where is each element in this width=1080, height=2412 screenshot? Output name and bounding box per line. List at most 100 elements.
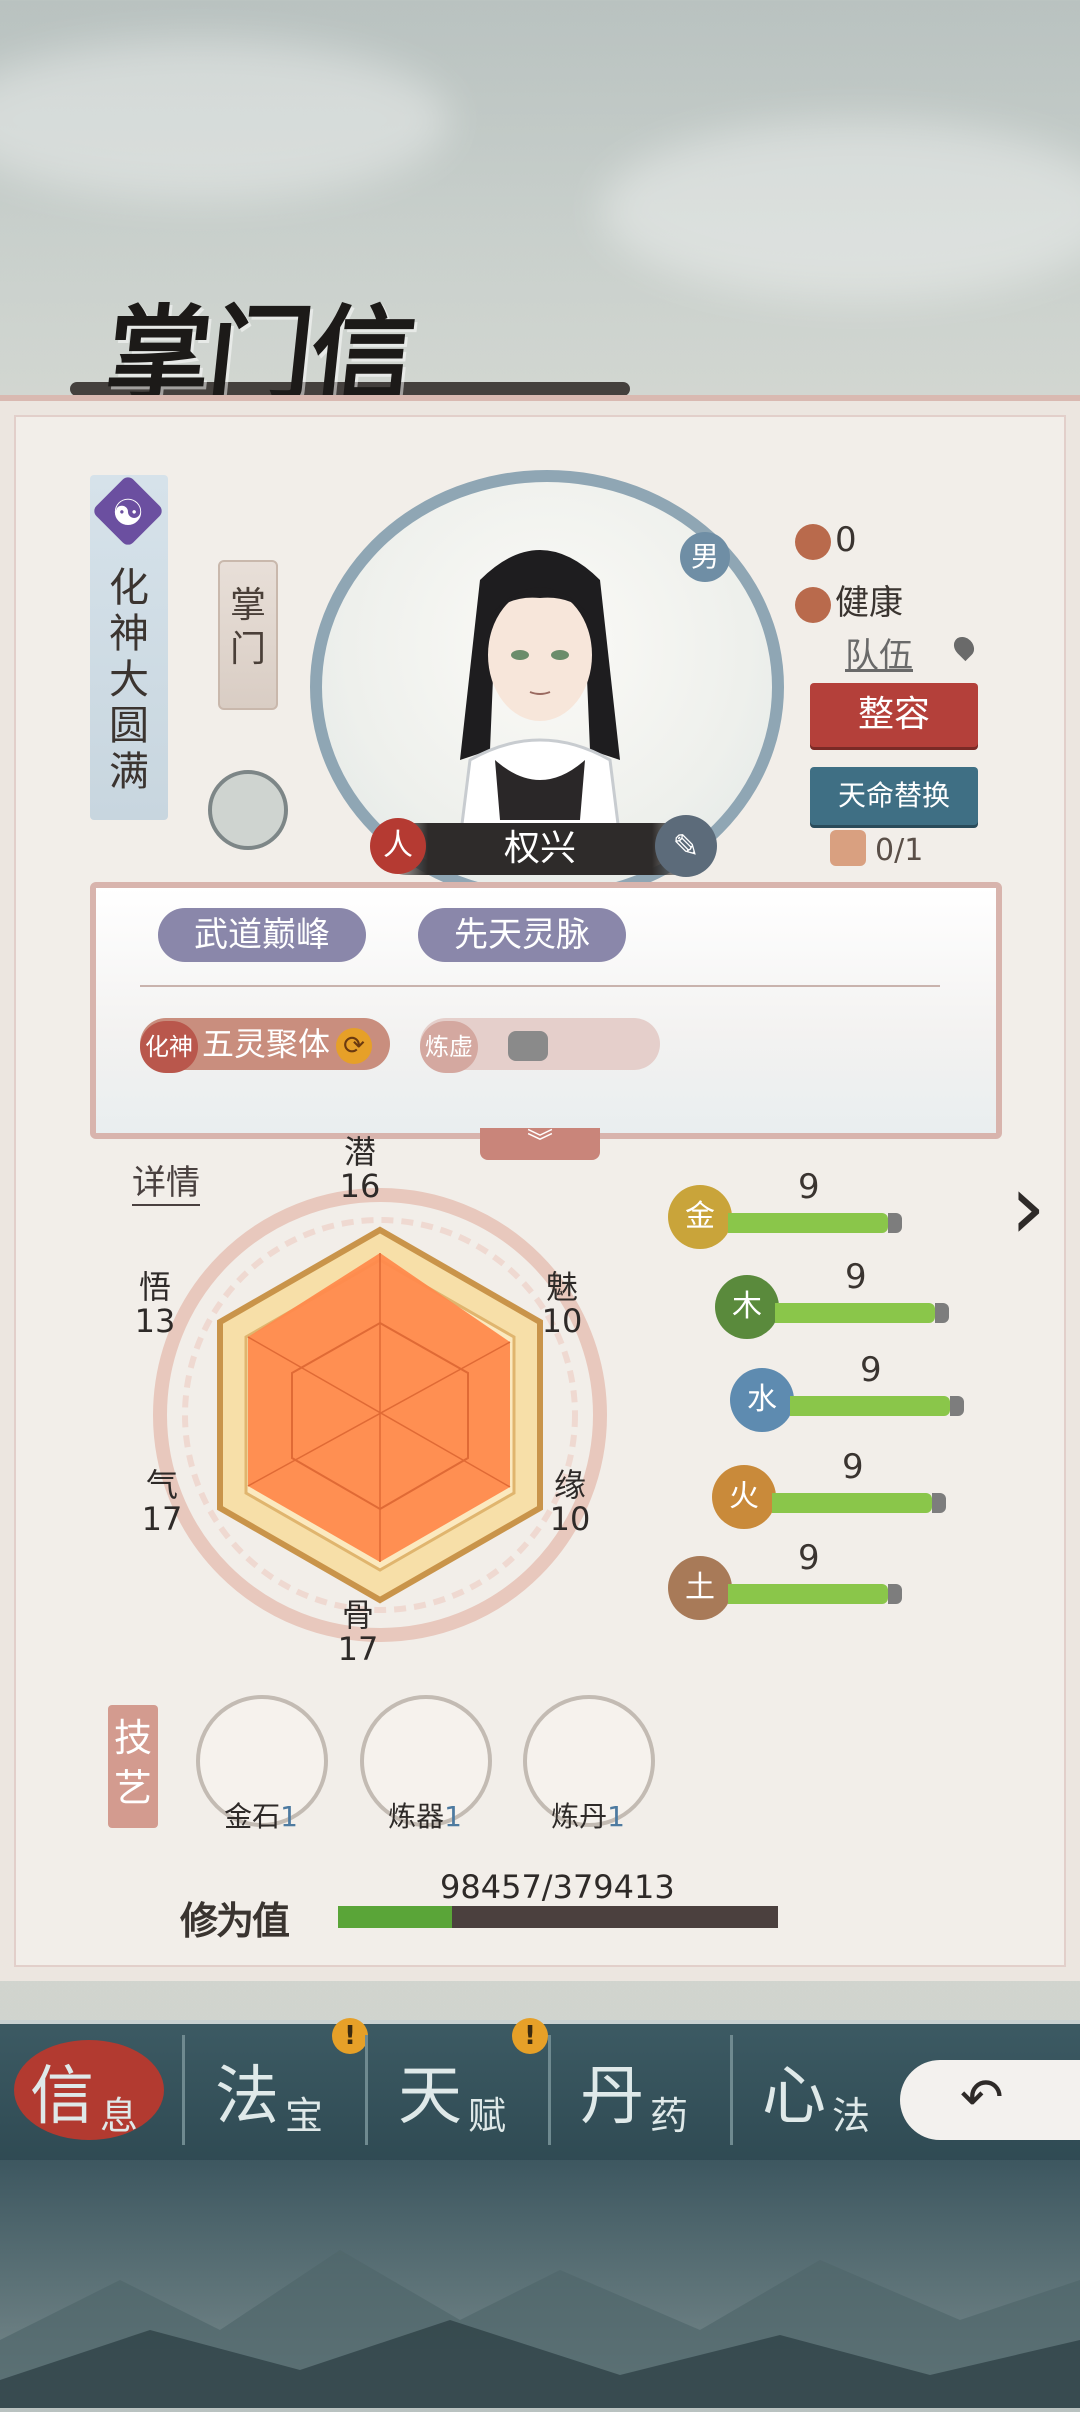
heart-icon (795, 586, 831, 623)
element-row-wood: 木 9 (715, 1257, 1015, 1345)
element-bar (775, 1303, 935, 1323)
bar-end (950, 1396, 964, 1416)
health-stat: 健康 (795, 575, 903, 624)
favor-stat: 0 (795, 520, 857, 560)
nav-divider (730, 2035, 733, 2145)
stat-label: 悟 (138, 1268, 171, 1306)
race-badge: 人 (370, 818, 426, 874)
earth-icon: 土 (668, 1556, 732, 1620)
stat-gu: 骨 17 (333, 1598, 383, 1666)
element-value: 9 (798, 1167, 820, 1207)
health-value: 健康 (835, 583, 903, 623)
stat-mei: 魅 10 (537, 1270, 587, 1338)
skill-pill[interactable]: 炼虚 (420, 1018, 660, 1073)
character-name: 权兴 (503, 828, 576, 869)
element-row-fire: 火 9 (712, 1447, 1012, 1535)
pet-icon[interactable] (208, 770, 288, 850)
tab-sub: 赋 (468, 2094, 507, 2138)
back-button[interactable]: ↶ (900, 2060, 1080, 2140)
stat-value: 10 (549, 1500, 591, 1538)
sky-cloud (0, 40, 450, 200)
stat-label: 潜 (343, 1133, 376, 1171)
tab-sub: 药 (650, 2094, 689, 2138)
nav-divider (548, 2035, 551, 2145)
cultivation-bar (338, 1906, 778, 1928)
tab-main: 法 (215, 2060, 279, 2134)
stat-label: 缘 (553, 1466, 586, 1504)
back-arrow-icon: ↶ (960, 2068, 1004, 2128)
stat-qian: 潜 16 (335, 1135, 385, 1203)
element-value: 9 (798, 1538, 820, 1578)
restyle-button[interactable]: 整容 (810, 683, 978, 747)
skill-prefix: 炼虚 (420, 1021, 478, 1073)
element-bar (728, 1213, 888, 1233)
water-icon: 水 (730, 1368, 794, 1432)
craft-label: 金石1 (176, 1795, 346, 1835)
attribute-radar (153, 1188, 607, 1642)
refresh-icon[interactable]: ⟳ (336, 1028, 373, 1064)
stat-value: 10 (541, 1302, 583, 1340)
bar-end (935, 1303, 949, 1323)
skill-prefix: 化神 (140, 1021, 198, 1073)
tab-info[interactable]: 信 息 (0, 2025, 170, 2155)
skill-pill[interactable]: 化神 五灵聚体 ⟳ (140, 1018, 390, 1073)
cultivation-text: 98457/379413 (440, 1868, 675, 1906)
tab-main: 信 (30, 2060, 94, 2134)
next-arrow-icon[interactable]: › (1010, 1163, 1060, 1253)
craft-label: 炼器1 (340, 1795, 510, 1835)
destiny-replace-button[interactable]: 天命替换 (810, 767, 978, 825)
craft-item[interactable]: 金石1 (196, 1695, 328, 1835)
stat-value: 17 (141, 1500, 183, 1538)
avatar[interactable] (420, 520, 660, 840)
tab-main: 心 (762, 2060, 826, 2134)
team-link[interactable]: 队伍 (845, 628, 913, 677)
sky-cloud (600, 120, 1080, 300)
stat-label: 魅 (545, 1268, 578, 1306)
stat-value: 17 (337, 1630, 379, 1668)
brush-icon[interactable]: ✎ (655, 815, 717, 877)
stat-value: 13 (134, 1302, 176, 1340)
craft-level: 1 (444, 1800, 462, 1833)
element-bar (790, 1396, 950, 1416)
artifact-icon (508, 1031, 548, 1061)
element-bar (728, 1584, 888, 1604)
craft-label: 炼丹1 (503, 1795, 673, 1835)
tab-methods[interactable]: 心 法 (742, 2025, 912, 2155)
element-value: 9 (842, 1447, 864, 1487)
alert-badge-icon: ! (332, 2018, 368, 2054)
wood-icon: 木 (715, 1275, 779, 1339)
tab-pills[interactable]: 丹 药 (560, 2025, 730, 2155)
element-bar (772, 1493, 932, 1513)
cultivation-fill (338, 1906, 453, 1928)
trait-tag[interactable]: 先天灵脉 (418, 908, 626, 962)
stat-wu: 悟 13 (130, 1270, 180, 1338)
stat-value: 16 (339, 1167, 381, 1205)
nav-divider (365, 2035, 368, 2145)
cultivation-label: 修为值 (180, 1898, 290, 1943)
swirl-icon: ☯ (111, 493, 145, 534)
craft-level: 1 (280, 1800, 298, 1833)
favor-icon (795, 523, 831, 560)
scroll-icon (830, 830, 866, 866)
tab-sub: 法 (832, 2094, 871, 2138)
chevron-double-down-icon[interactable]: ︾ (480, 1128, 600, 1160)
element-row-earth: 土 9 (668, 1538, 968, 1626)
favor-value: 0 (835, 520, 857, 560)
bar-end (888, 1213, 902, 1233)
craft-item[interactable]: 炼丹1 (523, 1695, 655, 1835)
background-mountains (0, 2160, 1080, 2408)
stat-yuan: 缘 10 (545, 1468, 595, 1536)
bar-end (888, 1584, 902, 1604)
role-text: 掌门 (229, 585, 266, 670)
mountain-silhouette (0, 2250, 1080, 2408)
craft-item[interactable]: 炼器1 (360, 1695, 492, 1835)
element-value: 9 (860, 1350, 882, 1390)
stat-label: 气 (145, 1466, 178, 1504)
trait-tag[interactable]: 武道巅峰 (158, 908, 366, 962)
nav-divider (182, 2035, 185, 2145)
role-tag: 掌门 (218, 560, 278, 710)
divider (140, 985, 940, 987)
craft-name: 炼丹 (551, 1800, 608, 1833)
metal-icon: 金 (668, 1185, 732, 1249)
craft-name: 炼器 (388, 1800, 445, 1833)
